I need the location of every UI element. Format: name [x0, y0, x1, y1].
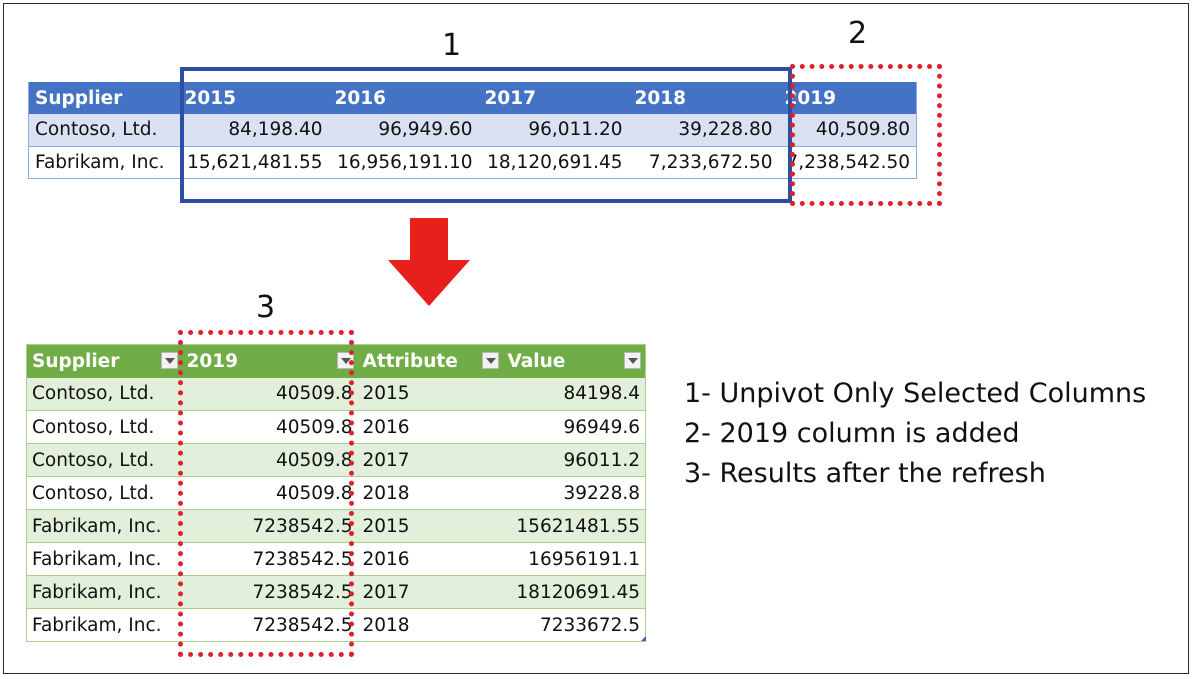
cell: Contoso, Ltd. — [28, 114, 179, 147]
cell: 96949.6 — [502, 410, 646, 444]
cell: 39228.8 — [502, 476, 646, 510]
cell: Fabrikam, Inc. — [26, 575, 182, 609]
col-header-value: Value — [502, 344, 646, 378]
cell: 2018 — [357, 608, 503, 642]
note-item: 2- 2019 column is added — [684, 418, 1020, 449]
filter-dropdown-icon[interactable] — [624, 352, 641, 369]
cell: 2015 — [357, 377, 503, 411]
cell: 2018 — [357, 476, 503, 510]
col-header-label: Attribute — [362, 350, 458, 372]
cell: Fabrikam, Inc. — [26, 608, 182, 642]
cell: Contoso, Ltd. — [26, 410, 182, 444]
cell: 84198.4 — [502, 377, 646, 411]
new-column-highlight — [790, 64, 942, 206]
col-header-supplier: Supplier — [26, 344, 182, 378]
cell: Fabrikam, Inc. — [28, 146, 179, 179]
refreshed-2019-column-highlight — [178, 330, 354, 657]
cell: 2016 — [357, 542, 503, 576]
cell: 2017 — [357, 575, 503, 609]
cell: Contoso, Ltd. — [26, 377, 182, 411]
note-item: 1- Unpivot Only Selected Columns — [684, 378, 1147, 409]
cell: 2017 — [357, 443, 503, 477]
cell: Contoso, Ltd. — [26, 443, 182, 477]
selected-columns-highlight — [180, 67, 792, 203]
cell: 16956191.1 — [502, 542, 646, 576]
cell: 15621481.55 — [502, 509, 646, 543]
table-resize-handle[interactable] — [641, 636, 646, 641]
col-header-attribute: Attribute — [357, 344, 503, 378]
note-item: 3- Results after the refresh — [684, 458, 1046, 489]
notes-list: 1- Unpivot Only Selected Columns 2- 2019… — [684, 374, 1146, 494]
cell: 96011.2 — [502, 443, 646, 477]
cell: 2016 — [357, 410, 503, 444]
cell: Fabrikam, Inc. — [26, 509, 182, 543]
cell: Fabrikam, Inc. — [26, 542, 182, 576]
col-header-supplier: Supplier — [28, 82, 179, 114]
filter-dropdown-icon[interactable] — [481, 352, 499, 369]
cell: 18120691.45 — [502, 575, 646, 609]
cell: Contoso, Ltd. — [26, 476, 182, 510]
label-1: 1 — [442, 28, 462, 63]
cell: 2015 — [357, 509, 503, 543]
col-header-label: Value — [507, 350, 566, 372]
label-3: 3 — [256, 290, 276, 325]
down-arrow-icon — [388, 218, 470, 306]
filter-dropdown-icon[interactable] — [160, 352, 178, 369]
col-header-label: Supplier — [32, 350, 120, 372]
cell: 7233672.5 — [502, 608, 646, 642]
label-2: 2 — [848, 16, 868, 51]
